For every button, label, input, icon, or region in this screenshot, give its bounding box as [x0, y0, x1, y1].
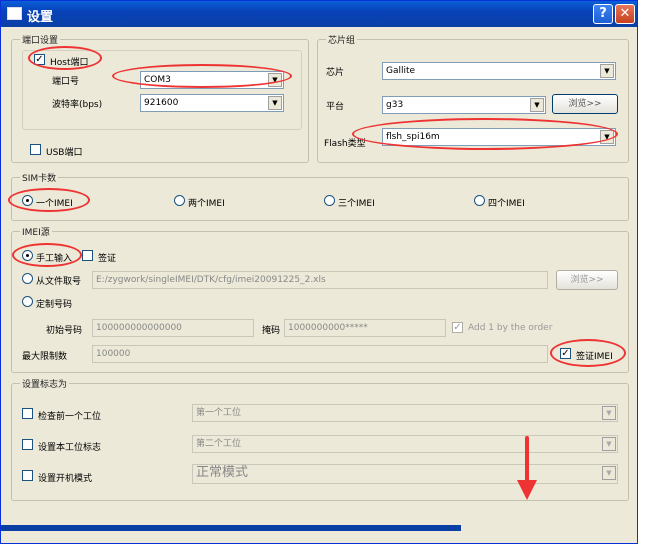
- set-station-flag-checkbox[interactable]: [22, 439, 33, 450]
- chevron-down-icon[interactable]: ▼: [602, 466, 616, 480]
- usb-port-checkbox[interactable]: [30, 144, 41, 155]
- max-limit-field[interactable]: 100000: [92, 345, 548, 363]
- highlight-host-port: [28, 46, 102, 70]
- settings-dialog: 设置 ? ✕ 端口设置 ✓ Host端口 端口号 COM3 ▼ 波特率(bps)…: [0, 0, 638, 544]
- station-flag-select[interactable]: 第二个工位 ▼: [192, 435, 618, 453]
- imei-source-legend: IMEI源: [20, 225, 52, 238]
- start-number-label: 初始号码: [46, 326, 83, 336]
- sign-label: 签证: [98, 254, 117, 264]
- highlight-sign-imei: [550, 339, 626, 367]
- app-icon: [7, 7, 22, 20]
- baud-select[interactable]: 921600 ▼: [140, 94, 284, 112]
- port-settings-legend: 端口设置: [20, 33, 61, 46]
- sim-four-imei-label: 四个IMEI: [488, 199, 525, 209]
- chevron-down-icon[interactable]: ▼: [602, 406, 616, 420]
- highlight-port-select: [112, 64, 292, 88]
- sim-three-imei-radio[interactable]: [324, 195, 335, 206]
- platform-browse-button[interactable]: 浏览>>: [552, 94, 618, 114]
- chevron-down-icon[interactable]: ▼: [530, 98, 544, 112]
- custom-number-radio[interactable]: [22, 296, 33, 307]
- port-label: 端口号: [52, 77, 80, 87]
- highlight-manual-input: [12, 243, 82, 267]
- sim-four-imei-radio[interactable]: [474, 195, 485, 206]
- from-file-radio[interactable]: [22, 273, 33, 284]
- highlight-one-imei: [8, 188, 90, 212]
- bottom-strip: [1, 525, 461, 531]
- sim-three-imei-label: 三个IMEI: [338, 199, 375, 209]
- previous-station-select[interactable]: 第一个工位 ▼: [192, 404, 618, 422]
- close-button[interactable]: ✕: [615, 4, 635, 24]
- imei-source-group: IMEI源 手工输入 签证 从文件取号 E:/zygwork/singleIME…: [11, 225, 629, 373]
- previous-station-value: 第一个工位: [196, 408, 242, 418]
- chip-label: 芯片: [326, 68, 345, 78]
- chip-value: Gallite: [386, 66, 416, 76]
- add-one-checkbox[interactable]: ✓: [452, 322, 463, 333]
- sim-count-group: SIM卡数 一个IMEI 两个IMEI 三个IMEI 四个IMEI: [11, 171, 629, 221]
- set-boot-mode-label: 设置开机模式: [38, 474, 93, 484]
- set-station-flag-label: 设置本工位标志: [38, 443, 102, 453]
- custom-number-label: 定制号码: [36, 300, 73, 310]
- boot-mode-select[interactable]: 正常模式 ▼: [192, 464, 618, 484]
- highlight-flash-type: [352, 118, 618, 150]
- baud-value: 921600: [144, 98, 179, 108]
- add-one-label: Add 1 by the order: [468, 323, 553, 333]
- baud-label: 波特率(bps): [52, 100, 103, 110]
- sim-two-imei-label: 两个IMEI: [188, 199, 225, 209]
- from-file-label: 从文件取号: [36, 277, 82, 287]
- station-flag-value: 第二个工位: [196, 439, 242, 449]
- flag-settings-legend: 设置标志为: [20, 377, 70, 390]
- sim-count-legend: SIM卡数: [20, 171, 59, 184]
- help-button[interactable]: ?: [593, 4, 613, 24]
- window-title: 设置: [27, 10, 54, 25]
- chip-select[interactable]: Gallite ▼: [382, 62, 616, 80]
- platform-value: g33: [386, 100, 404, 110]
- max-limit-label: 最大限制数: [22, 352, 68, 362]
- sign-checkbox[interactable]: [82, 250, 93, 261]
- usb-port-label: USB端口: [46, 148, 83, 158]
- check-previous-station-checkbox[interactable]: [22, 408, 33, 419]
- title-bar[interactable]: 设置 ? ✕: [1, 1, 637, 27]
- chevron-down-icon[interactable]: ▼: [602, 437, 616, 451]
- start-number-field[interactable]: 100000000000000: [92, 319, 254, 337]
- platform-label: 平台: [326, 102, 345, 112]
- chevron-down-icon[interactable]: ▼: [268, 96, 282, 110]
- chipset-legend: 芯片组: [326, 33, 358, 46]
- red-down-arrow-icon: [517, 436, 537, 500]
- platform-select[interactable]: g33 ▼: [382, 96, 546, 114]
- check-previous-station-label: 检查前一个工位: [38, 412, 102, 422]
- file-path-field[interactable]: E:/zygwork/singleIMEI/DTK/cfg/imei200912…: [92, 271, 548, 289]
- set-boot-mode-checkbox[interactable]: [22, 470, 33, 481]
- mask-label: 掩码: [262, 326, 281, 336]
- chevron-down-icon[interactable]: ▼: [600, 64, 614, 78]
- sim-two-imei-radio[interactable]: [174, 195, 185, 206]
- mask-field[interactable]: 1000000000*****: [284, 319, 446, 337]
- file-browse-button[interactable]: 浏览>>: [556, 270, 618, 290]
- boot-mode-value: 正常模式: [196, 465, 249, 480]
